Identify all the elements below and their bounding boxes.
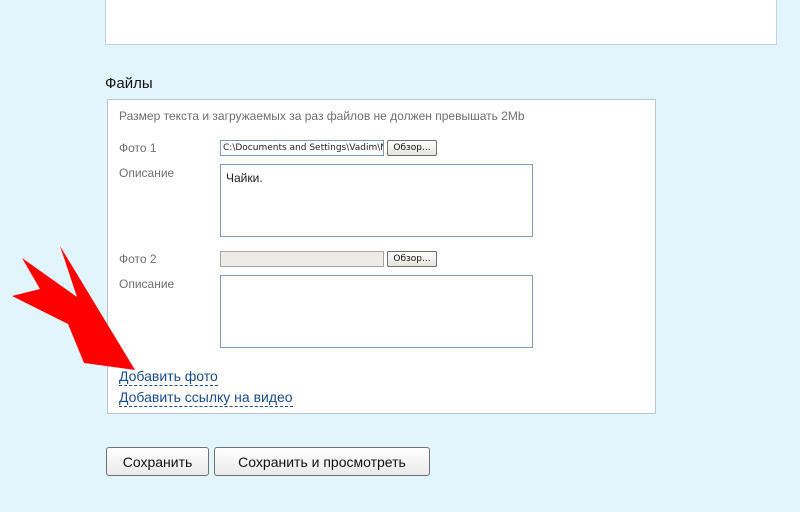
save-button[interactable]: Сохранить	[106, 447, 209, 476]
photo-2-browse-button[interactable]: Обзор...	[387, 251, 437, 267]
photo-2-description-label: Описание	[119, 277, 175, 291]
photo-1-browse-button[interactable]: Обзор...	[387, 140, 437, 156]
files-section-title: Файлы	[105, 75, 153, 92]
save-and-preview-button[interactable]: Сохранить и просмотреть	[214, 447, 430, 476]
previous-text-area[interactable]	[105, 0, 777, 45]
files-panel: Размер текста и загружаемых за раз файло…	[107, 99, 656, 414]
photo-2-file-input[interactable]	[220, 251, 384, 267]
add-video-link[interactable]: Добавить ссылку на видео	[119, 389, 293, 407]
upload-limit-note: Размер текста и загружаемых за раз файло…	[119, 109, 525, 123]
photo-2-label: Фото 2	[119, 252, 157, 266]
photo-2-description-textarea[interactable]	[220, 275, 533, 348]
photo-1-label: Фото 1	[119, 141, 157, 155]
photo-1-file-input[interactable]: C:\Documents and Settings\Vadim\Мои	[220, 140, 384, 156]
add-photo-link[interactable]: Добавить фото	[119, 368, 218, 386]
photo-1-description-textarea[interactable]: Чайки.	[220, 164, 533, 237]
photo-1-description-label: Описание	[119, 166, 175, 180]
